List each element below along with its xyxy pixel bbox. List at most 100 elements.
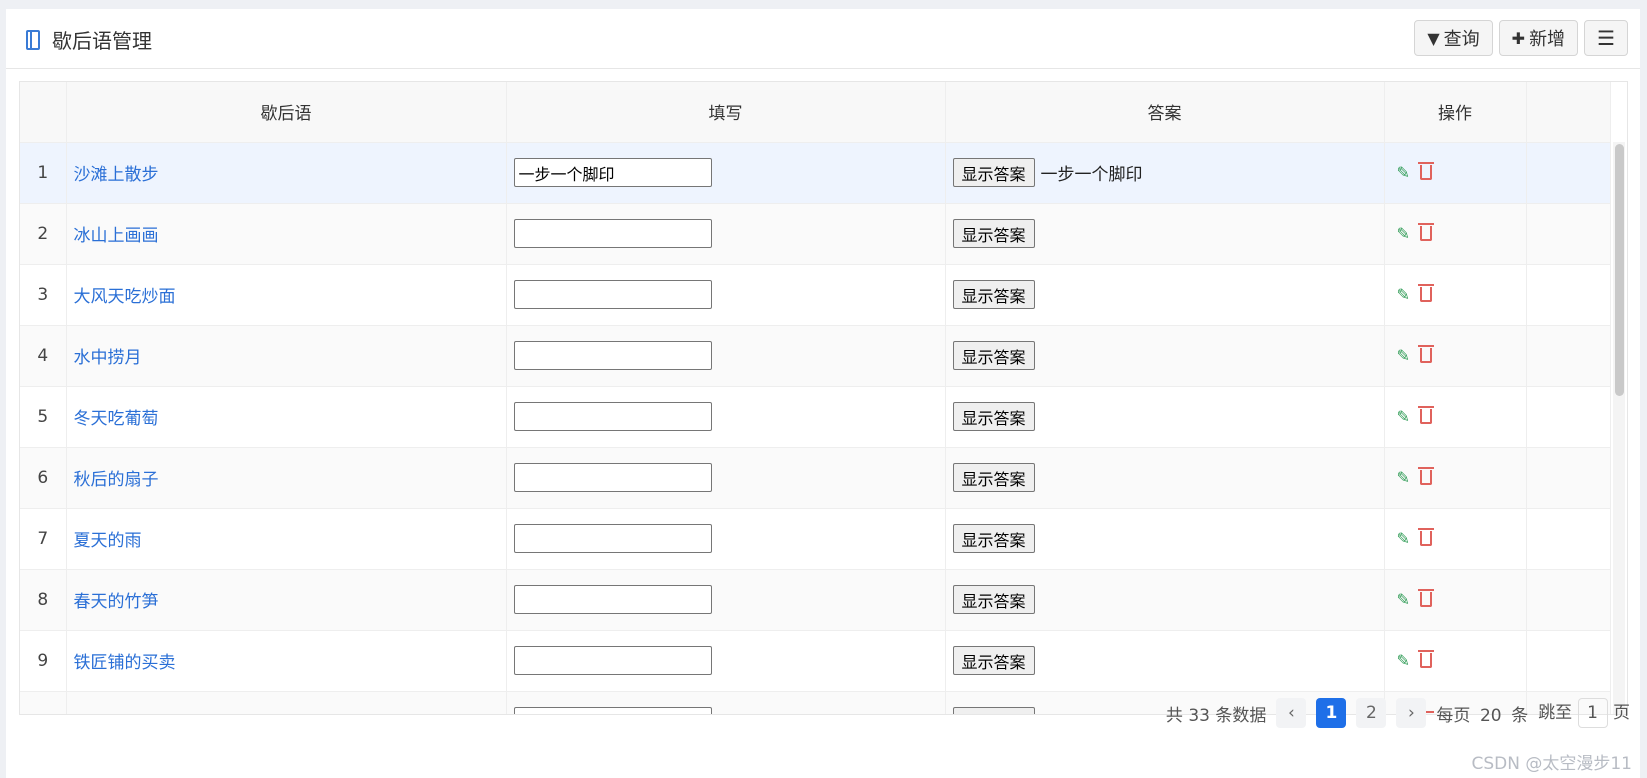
fill-cell xyxy=(506,569,946,631)
column-header-actions: 操作 xyxy=(1384,82,1527,143)
answer-cell: 显示答案 xyxy=(945,264,1385,326)
watermark: CSDN @太空漫步11 xyxy=(1471,754,1632,774)
answer-cell: 显示答案 xyxy=(945,386,1385,448)
table-footer: 共 33 条数据 ‹ 1 2 › 每页 20 条 跳至 1 页 xyxy=(6,697,1640,737)
jump-input[interactable]: 1 xyxy=(1577,698,1608,728)
delete-icon[interactable] xyxy=(1417,161,1434,180)
proverb-link[interactable]: 沙滩上散步 xyxy=(66,142,507,204)
delete-icon[interactable] xyxy=(1417,405,1434,424)
column-header-index xyxy=(20,82,67,143)
table-row: 4 水中捞月 显示答案 ✎ xyxy=(20,325,1611,387)
spacer-cell xyxy=(1526,508,1611,570)
column-header-fill: 填写 xyxy=(506,82,946,143)
page-button-1[interactable]: 1 xyxy=(1316,698,1347,728)
spacer-cell xyxy=(1526,447,1611,509)
row-index: 8 xyxy=(20,569,67,631)
total-count-text: 共 33 条数据 xyxy=(1166,701,1266,726)
row-index: 3 xyxy=(20,264,67,326)
answer-input[interactable] xyxy=(513,280,712,309)
edit-icon[interactable]: ✎ xyxy=(1397,468,1410,487)
answer-input[interactable] xyxy=(513,219,712,248)
actions-cell: ✎ xyxy=(1384,203,1527,265)
menu-button[interactable]: ☰ xyxy=(1584,20,1628,56)
table-row: 2 冰山上画画 显示答案 ✎ xyxy=(20,203,1611,265)
proverb-link[interactable]: 夏天的雨 xyxy=(66,508,507,570)
per-page-suffix: 条 xyxy=(1511,705,1529,726)
table-row: 3 大风天吃炒面 显示答案 ✎ xyxy=(20,264,1611,326)
page-button-2[interactable]: 2 xyxy=(1356,698,1387,728)
next-page-button[interactable]: › xyxy=(1396,698,1427,728)
fill-cell xyxy=(506,508,946,570)
total-prefix: 共 xyxy=(1165,705,1183,726)
answer-input[interactable] xyxy=(513,402,712,431)
column-header-answer: 答案 xyxy=(945,82,1385,143)
fill-cell xyxy=(506,630,946,692)
show-answer-button[interactable]: 显示答案 xyxy=(952,463,1035,492)
proverb-link[interactable]: 大风天吃炒面 xyxy=(66,264,507,326)
edit-icon[interactable]: ✎ xyxy=(1397,346,1410,365)
row-index: 9 xyxy=(20,630,67,692)
table-row: 1沙滩上散步 显示答案一步一个脚印 ✎ xyxy=(20,142,1611,204)
delete-icon[interactable] xyxy=(1417,466,1434,485)
show-answer-button[interactable]: 显示答案 xyxy=(952,524,1035,553)
query-button[interactable]: ▼ 查询 xyxy=(1414,20,1493,56)
edit-icon[interactable]: ✎ xyxy=(1397,407,1410,426)
row-index: 5 xyxy=(20,386,67,448)
table-row: 8 春天的竹笋 显示答案 ✎ xyxy=(20,569,1611,631)
prev-page-button[interactable]: ‹ xyxy=(1276,698,1307,728)
edit-icon[interactable]: ✎ xyxy=(1397,285,1410,304)
delete-icon[interactable] xyxy=(1417,344,1434,363)
delete-icon[interactable] xyxy=(1417,283,1434,302)
proverb-link[interactable]: 冬天吃葡萄 xyxy=(66,386,507,448)
plus-icon: ✚ xyxy=(1511,28,1526,48)
proverb-link[interactable]: 冰山上画画 xyxy=(66,203,507,265)
jump-suffix: 页 xyxy=(1613,703,1630,723)
total-suffix: 条数据 xyxy=(1215,705,1267,726)
actions-cell: ✎ xyxy=(1384,508,1527,570)
proverb-link[interactable]: 水中捞月 xyxy=(66,325,507,387)
book-icon xyxy=(26,29,40,50)
panel-header: 歇后语管理 ▼ 查询 ✚ 新增 ☰ xyxy=(6,9,1640,69)
edit-icon[interactable]: ✎ xyxy=(1397,224,1410,243)
show-answer-button[interactable]: 显示答案 xyxy=(952,402,1035,431)
answer-input[interactable] xyxy=(513,585,712,614)
edit-icon[interactable]: ✎ xyxy=(1397,590,1410,609)
answer-cell: 显示答案 xyxy=(945,569,1385,631)
delete-icon[interactable] xyxy=(1417,649,1434,668)
edit-icon[interactable]: ✎ xyxy=(1397,529,1410,548)
delete-icon[interactable] xyxy=(1417,222,1434,241)
row-index: 7 xyxy=(20,508,67,570)
edit-icon[interactable]: ✎ xyxy=(1397,163,1410,182)
spacer-cell xyxy=(1526,264,1611,326)
add-button[interactable]: ✚ 新增 xyxy=(1498,20,1579,56)
show-answer-button[interactable]: 显示答案 xyxy=(952,585,1035,614)
show-answer-button[interactable]: 显示答案 xyxy=(952,158,1035,187)
fill-cell xyxy=(506,325,946,387)
data-grid: 歇后语 填写 答案 操作 1沙滩上散步显示答案一步一个脚印✎2冰山上画画显示答案… xyxy=(19,81,1628,715)
spacer-cell xyxy=(1526,203,1611,265)
show-answer-button[interactable]: 显示答案 xyxy=(952,280,1035,309)
show-answer-button[interactable]: 显示答案 xyxy=(952,646,1035,675)
table-body: 1沙滩上散步显示答案一步一个脚印✎2冰山上画画显示答案✎3大风天吃炒面显示答案✎… xyxy=(20,142,1611,714)
proverb-link[interactable]: 秋后的扇子 xyxy=(66,447,507,509)
proverb-link[interactable]: 铁匠铺的买卖 xyxy=(66,630,507,692)
answer-input[interactable] xyxy=(513,524,712,553)
show-answer-button[interactable]: 显示答案 xyxy=(952,341,1035,370)
scrollbar-thumb[interactable] xyxy=(1615,144,1624,396)
answer-input[interactable] xyxy=(513,463,712,492)
title-wrap: 歇后语管理 xyxy=(26,25,152,54)
table-row: 9 铁匠铺的买卖 显示答案 ✎ xyxy=(20,630,1611,692)
per-page-select[interactable]: 20 xyxy=(1476,706,1506,726)
edit-icon[interactable]: ✎ xyxy=(1397,651,1410,670)
proverb-link[interactable]: 春天的竹笋 xyxy=(66,569,507,631)
answer-input[interactable] xyxy=(513,646,712,675)
table-row: 7 夏天的雨 显示答案 ✎ xyxy=(20,508,1611,570)
show-answer-button[interactable]: 显示答案 xyxy=(952,219,1035,248)
answer-input[interactable] xyxy=(513,158,712,187)
delete-icon[interactable] xyxy=(1417,588,1434,607)
answer-text: 一步一个脚印 xyxy=(1040,164,1143,185)
table-row: 6 秋后的扇子 显示答案 ✎ xyxy=(20,447,1611,509)
answer-input[interactable] xyxy=(513,341,712,370)
add-button-label: 新增 xyxy=(1529,29,1566,50)
delete-icon[interactable] xyxy=(1417,527,1434,546)
